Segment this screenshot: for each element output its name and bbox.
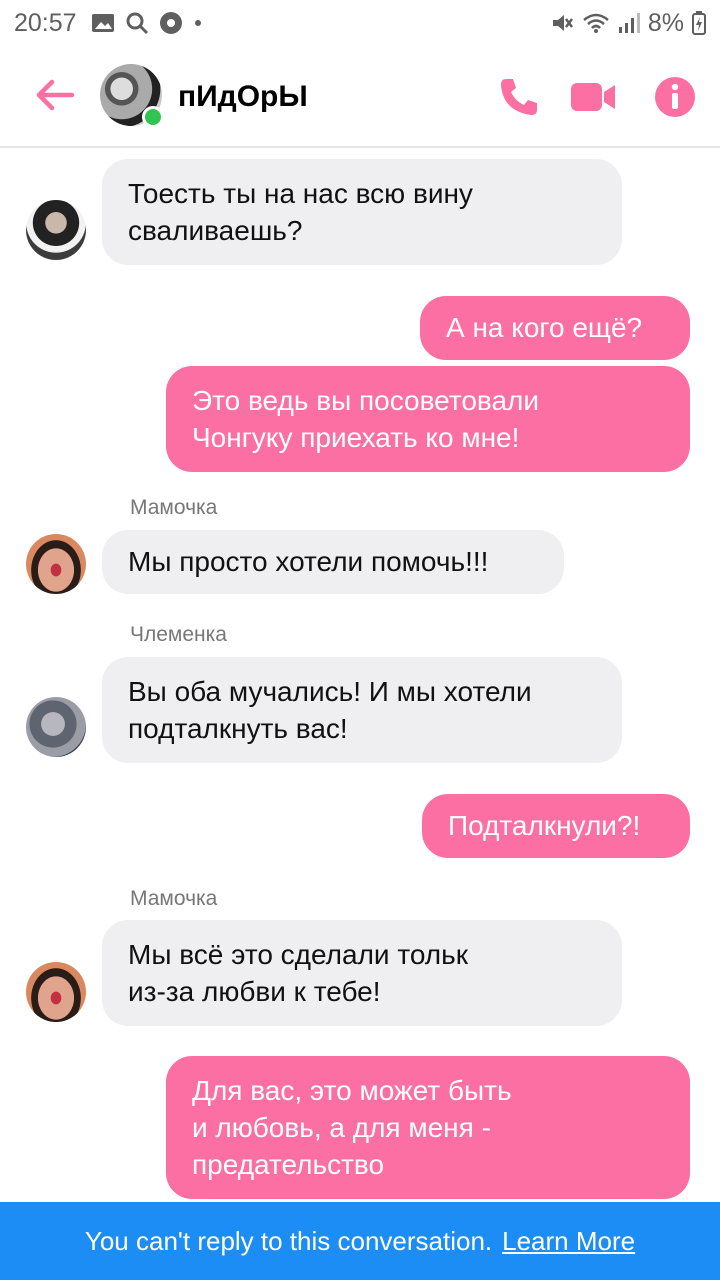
sender-avatar[interactable] [26,200,86,260]
message-line: Тоесть ты на нас всю вину [128,178,473,209]
message-line: Вы оба мучались! И мы хотели [128,676,532,707]
outgoing-message[interactable]: Это ведь вы посоветовали Чонгуку приехат… [166,366,690,472]
gallery-icon [91,12,115,34]
message-line: предательство [192,1149,385,1180]
incoming-message[interactable]: Тоесть ты на нас всю вину сваливаешь? [102,159,622,265]
sender-avatar[interactable] [26,962,86,1022]
message-line: Для вас, это может быть [192,1075,512,1106]
sender-name: Мамочка [130,496,218,519]
arrow-left-icon [36,79,75,111]
status-time: 20:57 [14,8,77,37]
cannot-reply-banner: You can't reply to this conversation. Le… [0,1202,720,1280]
music-icon [159,11,183,35]
message-line: Подталкнули?! [448,810,641,841]
phone-icon [501,79,537,115]
learn-more-link[interactable]: Learn More [502,1226,635,1257]
chat-header: пИдОрЫ [0,46,720,148]
online-indicator [142,106,164,128]
outgoing-message[interactable]: Для вас, это может быть и любовь, а для … [166,1056,690,1199]
signal-icon [618,12,640,34]
message-line: из-за любви к тебе! [128,976,381,1007]
message-line: Это ведь вы посоветовали [192,385,540,416]
message-line: подталкнуть вас! [128,713,348,744]
message-line: Чонгуку приехать ко мне! [192,422,520,453]
message-list[interactable]: Тоесть ты на нас всю вину сваливаешь? А … [0,150,720,1202]
sender-avatar[interactable] [26,534,86,594]
video-call-button[interactable] [570,74,616,120]
cannot-reply-text: You can't reply to this conversation. [84,1225,493,1256]
message-line: Мы просто хотели помочь!!! [128,546,489,577]
dot-icon [193,18,203,28]
message-line: А на кого ещё? [446,312,643,343]
wifi-icon [582,12,610,34]
incoming-message[interactable]: Мы просто хотели помочь!!! [102,530,564,594]
search-icon [125,11,149,35]
battery-percent: 8% [647,8,684,37]
info-button[interactable] [652,74,698,120]
sender-avatar[interactable] [26,697,86,757]
outgoing-message[interactable]: Подталкнули?! [422,794,690,858]
battery-icon [692,11,706,35]
incoming-message[interactable]: Мы всё это сделали тольк из-за любви к т… [102,920,622,1026]
back-button[interactable] [34,74,76,116]
message-line: Мы всё это сделали тольк [128,939,468,970]
incoming-message[interactable]: Вы оба мучались! И мы хотели подталкнуть… [102,657,622,763]
mute-icon [550,11,574,35]
sender-name: Мамочка [130,887,218,910]
voice-call-button[interactable] [496,74,542,120]
message-line: и любовь, а для меня - [192,1112,491,1143]
sender-name: Члеменка [130,623,227,646]
status-bar: 20:57 8% [0,0,720,46]
group-avatar[interactable] [100,64,164,128]
video-camera-icon [571,83,615,111]
info-icon [655,77,695,117]
outgoing-message[interactable]: А на кого ещё? [420,296,690,360]
chat-title[interactable]: пИдОрЫ [178,80,308,114]
message-line: сваливаешь? [128,215,303,246]
